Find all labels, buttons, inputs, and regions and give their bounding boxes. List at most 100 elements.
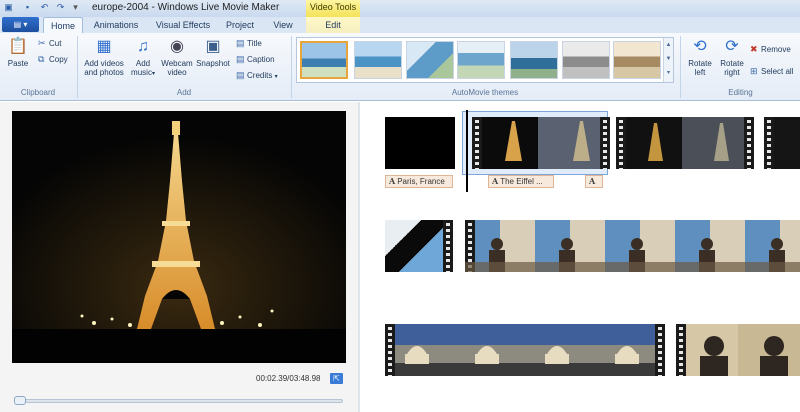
copy-button[interactable]: ⧉ Copy	[38, 54, 68, 65]
title-label: Title	[247, 39, 262, 48]
rotate-right-label-2: right	[724, 68, 740, 77]
theme-thumbnail-black-white[interactable]	[562, 41, 610, 79]
remove-button[interactable]: ✖ Remove	[750, 44, 791, 55]
clip-boat-ride[interactable]	[465, 220, 800, 272]
undo-icon[interactable]: ↶	[39, 2, 50, 13]
clip-black-title[interactable]	[385, 117, 455, 169]
window-title: europe-2004 - Windows Live Movie Maker	[92, 2, 280, 13]
paste-button[interactable]: 📋 Paste	[4, 37, 32, 68]
caption-icon: ▤	[236, 54, 245, 64]
tab-view[interactable]: View	[266, 17, 300, 33]
rotate-left-button[interactable]: ⟲ Rotate left	[684, 37, 716, 77]
caption-the-eiffel[interactable]: A The Eiffel ...	[488, 175, 554, 188]
clip-partial[interactable]	[764, 117, 800, 169]
clipboard-icon: 📋	[8, 38, 28, 55]
caption-icon: A	[492, 176, 499, 186]
theme-thumbnail-fade[interactable]	[457, 41, 505, 79]
scissors-icon: ✂	[38, 38, 46, 48]
video-preview[interactable]	[12, 111, 346, 363]
tab-project[interactable]: Project	[220, 17, 260, 33]
film-strip	[600, 117, 610, 169]
copy-label: Copy	[49, 55, 68, 64]
caption-text: Paris, France	[397, 177, 445, 186]
snapshot-icon: ▣	[205, 38, 221, 55]
clip-photo-tilted[interactable]	[385, 220, 453, 272]
clip-sacre-coeur[interactable]	[385, 324, 665, 376]
theme-thumbnail-pan-zoom[interactable]	[510, 41, 558, 79]
sacre-coeur-thumbnails	[405, 346, 639, 364]
clip-eiffel-tower[interactable]	[472, 117, 610, 169]
rotate-left-icon: ⟲	[693, 38, 707, 55]
clipboard-group-label: Clipboard	[20, 88, 56, 97]
boat-ride-thumbnails	[465, 238, 800, 272]
rotate-left-label-2: left	[694, 68, 706, 77]
eiffel-tower-night-image	[12, 111, 346, 363]
seek-bar[interactable]	[15, 399, 343, 403]
credits-icon: ▤	[236, 70, 245, 80]
webcam-label-2: video	[167, 68, 187, 77]
ribbon-tab-row: ▤ ▾ Home Animations Visual Effects Proje…	[0, 17, 800, 33]
application-menu-button[interactable]: ▤ ▾	[2, 17, 39, 32]
cut-button[interactable]: ✂ Cut	[38, 38, 61, 49]
caption-button[interactable]: ▤ Caption	[236, 54, 275, 65]
automovie-themes-group-label: AutoMovie themes	[451, 88, 519, 97]
gallery-scroll[interactable]: ▲ ▼ ▾	[663, 38, 673, 82]
redo-icon[interactable]: ↷	[55, 2, 66, 13]
film-photo-icon: ▦	[96, 38, 112, 55]
application-menu-icon[interactable]: ▣	[3, 2, 14, 13]
tab-home[interactable]: Home	[43, 17, 83, 33]
theme-thumbnail-cinematic[interactable]	[406, 41, 454, 79]
credits-label: Credits	[247, 71, 273, 80]
automovie-themes-gallery: ▲ ▼ ▾	[296, 37, 674, 83]
theme-thumbnail-sepia[interactable]	[613, 41, 661, 79]
webcam-label-1: Webcam	[161, 59, 193, 68]
film-strip	[443, 220, 453, 272]
portrait-thumbnails	[700, 336, 788, 376]
save-icon[interactable]: ▪	[22, 2, 33, 13]
select-all-button[interactable]: ⊞ Select all	[750, 66, 793, 77]
rotate-right-label-1: Rotate	[720, 59, 744, 68]
select-all-label: Select all	[761, 67, 794, 76]
rotate-right-button[interactable]: ⟳ Rotate right	[716, 37, 748, 77]
title-bar: ▣ ▪ ↶ ↷ ▾ europe-2004 - Windows Live Mov…	[0, 0, 800, 17]
tab-edit[interactable]: Edit	[306, 17, 360, 33]
select-all-icon: ⊞	[750, 66, 758, 76]
caption-icon: A	[389, 176, 396, 186]
rotate-left-label-1: Rotate	[688, 59, 712, 68]
preview-pane: 00:02.39/03:48.98 ⇱	[0, 102, 358, 412]
seek-thumb[interactable]	[14, 396, 26, 405]
music-note-icon: ♫	[137, 38, 149, 55]
title-button[interactable]: ▤ Title	[236, 38, 262, 49]
caption-paris-france[interactable]: A Paris, France	[385, 175, 453, 188]
add-videos-label-2: and photos	[84, 68, 124, 77]
caption-short[interactable]: A	[585, 175, 603, 188]
storyboard-pane: A Paris, France A The Eiffel ... A	[360, 102, 800, 412]
clip-eiffel-zoom[interactable]	[616, 117, 754, 169]
customize-qat-icon[interactable]: ▾	[70, 2, 81, 13]
webcam-icon: ◉	[170, 38, 184, 55]
clip-portrait[interactable]	[676, 324, 800, 376]
add-group-label: Add	[176, 88, 192, 97]
editing-group-label: Editing	[728, 88, 753, 97]
eiffel-thumbnail	[505, 121, 590, 161]
playhead[interactable]	[466, 110, 468, 192]
add-music-button[interactable]: ♫ Add music▾	[128, 37, 158, 79]
theme-thumbnail-default[interactable]	[300, 41, 348, 79]
context-group-video-tools: Video Tools	[306, 0, 360, 17]
add-music-label-2: music	[131, 68, 152, 77]
copy-icon: ⧉	[38, 54, 45, 64]
webcam-video-button[interactable]: ◉ Webcam video	[160, 37, 194, 77]
cut-label: Cut	[49, 39, 62, 48]
eiffel-zoom-thumbnail	[648, 123, 729, 161]
caption-icon: A	[589, 176, 596, 186]
tab-visual-effects[interactable]: Visual Effects	[150, 17, 216, 33]
theme-thumbnail-contemporary[interactable]	[354, 41, 402, 79]
snapshot-label: Snapshot	[196, 59, 230, 68]
rotate-right-icon: ⟳	[725, 38, 739, 55]
add-videos-photos-button[interactable]: ▦ Add videos and photos	[80, 37, 128, 77]
remove-icon: ✖	[750, 44, 758, 54]
fullscreen-preview-button[interactable]: ⇱	[330, 373, 343, 384]
tab-animations[interactable]: Animations	[88, 17, 144, 33]
snapshot-button[interactable]: ▣ Snapshot	[195, 37, 231, 68]
credits-button[interactable]: ▤ Credits ▾	[236, 70, 278, 83]
